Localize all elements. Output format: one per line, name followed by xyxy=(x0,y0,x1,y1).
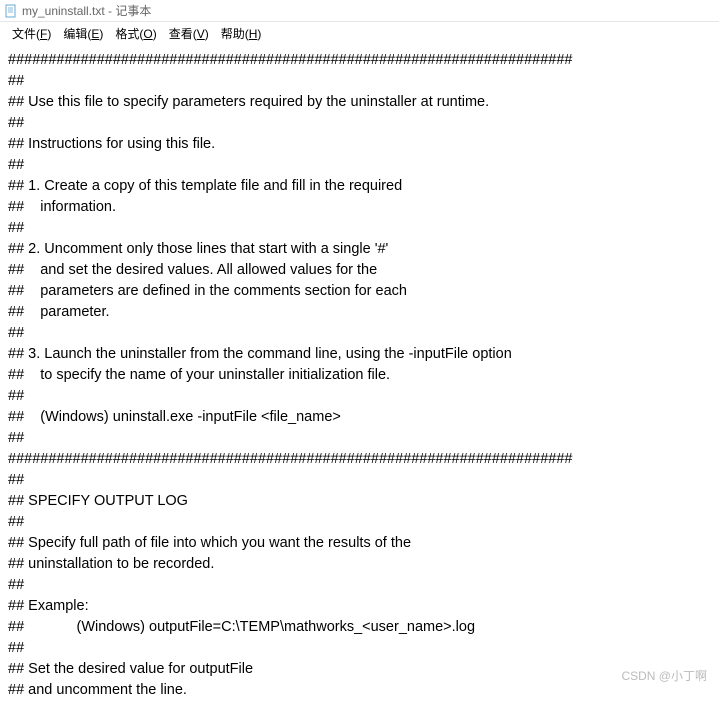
text-line: ## 2. Uncomment only those lines that st… xyxy=(8,241,388,257)
text-line: ## (Windows) outputFile=C:\TEMP\mathwork… xyxy=(8,619,475,635)
text-line: ## xyxy=(8,73,24,89)
text-line: ## and set the desired values. All allow… xyxy=(8,262,377,278)
menu-bar: 文件(F) 编辑(E) 格式(O) 查看(V) 帮助(H) xyxy=(0,22,719,44)
text-line: ## xyxy=(8,115,24,131)
text-line: ## Specify full path of file into which … xyxy=(8,535,411,551)
text-line: ## xyxy=(8,220,24,236)
menu-edit[interactable]: 编辑(E) xyxy=(57,23,109,44)
text-line: ## xyxy=(8,157,24,173)
text-line: ## xyxy=(8,514,24,530)
text-line: ## xyxy=(8,325,24,341)
text-line: ## to specify the name of your uninstall… xyxy=(8,367,390,383)
menu-file[interactable]: 文件(F) xyxy=(6,23,57,44)
menu-format[interactable]: 格式(O) xyxy=(109,23,162,44)
window-title: my_uninstall.txt - 记事本 xyxy=(22,2,151,19)
text-line: ## 3. Launch the uninstaller from the co… xyxy=(8,346,512,362)
text-line: ## xyxy=(8,472,24,488)
window-title-bar: my_uninstall.txt - 记事本 xyxy=(0,0,719,22)
text-line: ## parameter. xyxy=(8,304,110,320)
watermark: CSDN @小丁啊 xyxy=(621,667,707,684)
text-line: ## Instructions for using this file. xyxy=(8,136,215,152)
text-line: ## (Windows) uninstall.exe -inputFile <f… xyxy=(8,409,341,425)
text-line: ## xyxy=(8,430,24,446)
menu-help[interactable]: 帮助(H) xyxy=(215,23,268,44)
text-line: ## uninstallation to be recorded. xyxy=(8,556,214,572)
text-line: ## and uncomment the line. xyxy=(8,682,187,698)
text-line: ## Use this file to specify parameters r… xyxy=(8,94,489,110)
text-line: ########################################… xyxy=(8,451,573,467)
text-editor-content[interactable]: ########################################… xyxy=(0,44,719,705)
notepad-icon xyxy=(4,4,18,18)
text-line: ## Set the desired value for outputFile xyxy=(8,661,253,677)
text-line: ## xyxy=(8,640,24,656)
text-line: ## Example: xyxy=(8,598,89,614)
text-line: ## SPECIFY OUTPUT LOG xyxy=(8,493,188,509)
text-line: ## xyxy=(8,577,24,593)
text-line: ########################################… xyxy=(8,52,573,68)
text-line: ## 1. Create a copy of this template fil… xyxy=(8,178,402,194)
text-line: ## parameters are defined in the comment… xyxy=(8,283,407,299)
menu-view[interactable]: 查看(V) xyxy=(163,23,215,44)
text-line: ## xyxy=(8,388,24,404)
text-line: ## information. xyxy=(8,199,116,215)
